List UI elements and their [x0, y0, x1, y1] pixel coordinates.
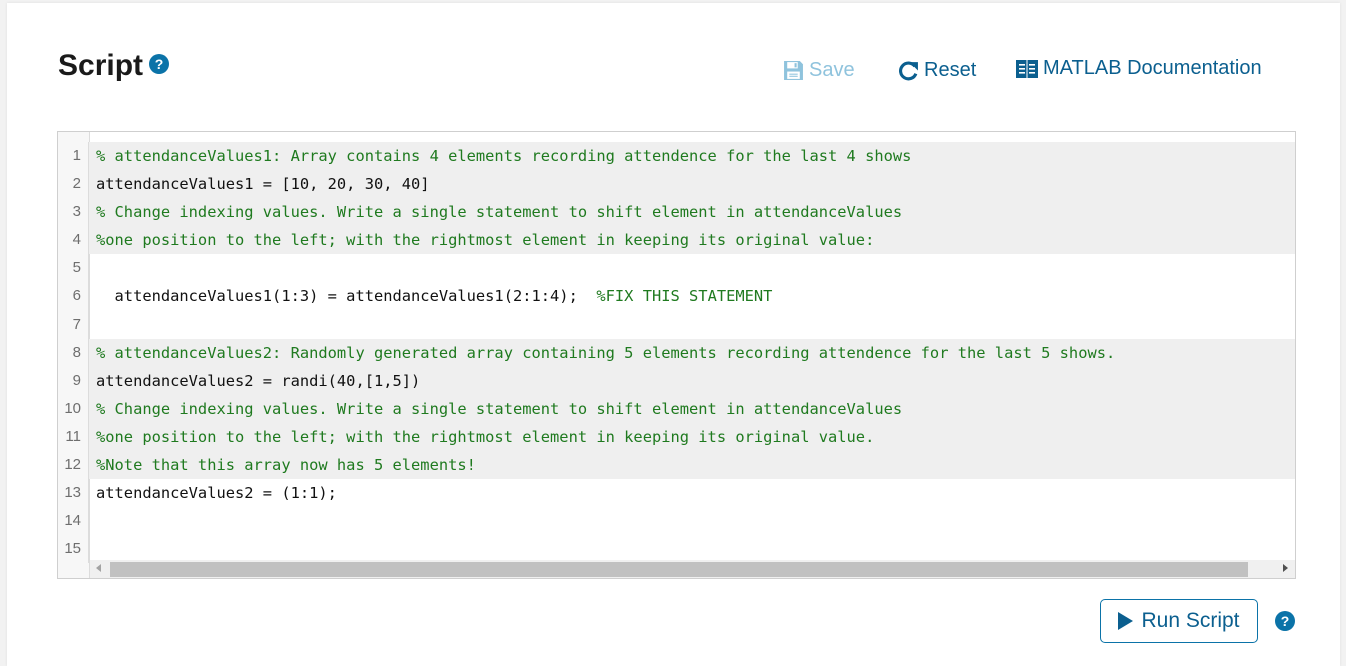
line-number: 13	[64, 484, 81, 502]
code-line[interactable]: 12 %Note that this array now has 5 elemen…	[58, 451, 1295, 480]
line-code[interactable]: % Change indexing values. Write a single…	[96, 198, 902, 226]
horizontal-scrollbar[interactable]	[90, 560, 1295, 578]
code-line[interactable]: 6 attendanceValues1(1:3) = attendanceVal…	[58, 282, 1295, 311]
play-icon	[1118, 612, 1134, 630]
reset-button[interactable]: Reset	[898, 59, 976, 82]
code-text: attendanceValues1(1:3) = attendanceValue…	[96, 287, 597, 306]
code-line[interactable]: 4 %one position to the left; with the rig…	[58, 226, 1295, 255]
line-number: 1	[58, 142, 81, 170]
line-code[interactable]: %one position to the left; with the righ…	[96, 226, 874, 254]
code-comment: %one position to the left; with the righ…	[96, 231, 875, 250]
code-line[interactable]: 5	[58, 254, 1295, 283]
documentation-label: MATLAB Documentation	[1043, 57, 1262, 79]
line-number: 9	[58, 366, 81, 395]
matlab-documentation-link[interactable]: MATLAB Documentation	[1016, 57, 1262, 80]
question-circle-icon[interactable]: ?	[149, 54, 170, 74]
line-code[interactable]: % Change indexing values. Write a single…	[96, 395, 902, 423]
scrollbar-thumb[interactable]	[110, 562, 1248, 577]
code-comment: % Change indexing values. Write a single…	[96, 399, 903, 418]
line-number: 11	[58, 422, 81, 451]
question-circle-icon[interactable]: ?	[1275, 611, 1295, 631]
line-number: 7	[72, 315, 81, 333]
code-line[interactable]: 9 attendanceValues2 = randi(40,[1,5])	[58, 366, 1295, 395]
code-line[interactable]: 13 attendanceValues2 = (1:1);	[58, 479, 1295, 508]
code-text: attendanceValues2 = (1:1);	[96, 484, 337, 503]
code-comment: % Change indexing values. Write a single…	[96, 203, 903, 222]
reset-label: Reset	[924, 59, 977, 81]
code-line[interactable]: 11 %one position to the left; with the ri…	[58, 422, 1295, 452]
line-number: 12	[58, 451, 81, 480]
code-comment: %FIX THIS STATEMENT	[596, 287, 773, 306]
code-text: attendanceValues1 = [10, 20, 30, 40]	[96, 175, 430, 194]
floppy-disk-icon	[783, 60, 804, 81]
code-line[interactable]: 2 attendanceValues1 = [10, 20, 30, 40]	[58, 170, 1295, 199]
line-code[interactable]: %one position to the left; with the righ…	[96, 423, 874, 451]
line-code[interactable]: %Note that this array now has 5 elements…	[96, 451, 476, 479]
line-code[interactable]: attendanceValues2 = randi(40,[1,5])	[96, 367, 420, 395]
code-line[interactable]: 7	[58, 310, 1295, 339]
script-header: Script ?	[58, 49, 170, 83]
line-number: 3	[58, 198, 81, 227]
line-number: 5	[72, 259, 81, 277]
code-comment: %Note that this array now has 5 elements…	[96, 456, 476, 475]
save-button[interactable]: Save	[783, 59, 855, 82]
code-line[interactable]: 10 % Change indexing values. Write a sing…	[58, 394, 1295, 423]
line-number: 2	[58, 170, 81, 199]
code-lines: 1 % attendanceValues1: Array contains 4 e…	[58, 142, 1295, 564]
run-script-button[interactable]: Run Script	[1100, 599, 1258, 643]
script-panel: Script ? Save Reset MATLAB Documentation…	[7, 3, 1340, 666]
book-icon	[1016, 59, 1038, 79]
line-number: 8	[58, 338, 81, 367]
line-number: 10	[58, 394, 81, 423]
scroll-left-icon[interactable]	[96, 564, 101, 572]
line-number: 15	[64, 540, 81, 558]
run-script-label: Run Script	[1141, 609, 1240, 632]
line-code[interactable]: attendanceValues1 = [10, 20, 30, 40]	[96, 170, 430, 198]
code-line[interactable]: 1 % attendanceValues1: Array contains 4 e…	[58, 142, 1295, 171]
page-title: Script	[58, 49, 144, 82]
save-label: Save	[809, 59, 855, 81]
line-number: 14	[64, 512, 81, 530]
refresh-icon	[898, 60, 919, 81]
code-comment: % attendanceValues2: Randomly generated …	[96, 343, 1116, 362]
code-line[interactable]: 8 % attendanceValues2: Randomly generated…	[58, 338, 1295, 367]
code-line[interactable]: 3 % Change indexing values. Write a singl…	[58, 198, 1295, 227]
line-code[interactable]: attendanceValues2 = (1:1);	[96, 479, 337, 507]
code-editor[interactable]: 1 % attendanceValues1: Array contains 4 e…	[57, 131, 1296, 579]
scroll-right-icon[interactable]	[1283, 564, 1288, 572]
line-code[interactable]: % attendanceValues2: Randomly generated …	[96, 339, 1115, 367]
line-number: 6	[72, 287, 81, 305]
code-comment: % attendanceValues1: Array contains 4 el…	[96, 147, 912, 165]
code-text: attendanceValues2 = randi(40,[1,5])	[96, 371, 421, 390]
line-code[interactable]: attendanceValues1(1:3) = attendanceValue…	[96, 282, 773, 310]
code-line[interactable]: 14	[58, 507, 1295, 536]
code-comment: %one position to the left; with the righ…	[96, 427, 875, 446]
line-number: 4	[58, 226, 81, 255]
line-code[interactable]: % attendanceValues1: Array contains 4 el…	[96, 142, 911, 170]
